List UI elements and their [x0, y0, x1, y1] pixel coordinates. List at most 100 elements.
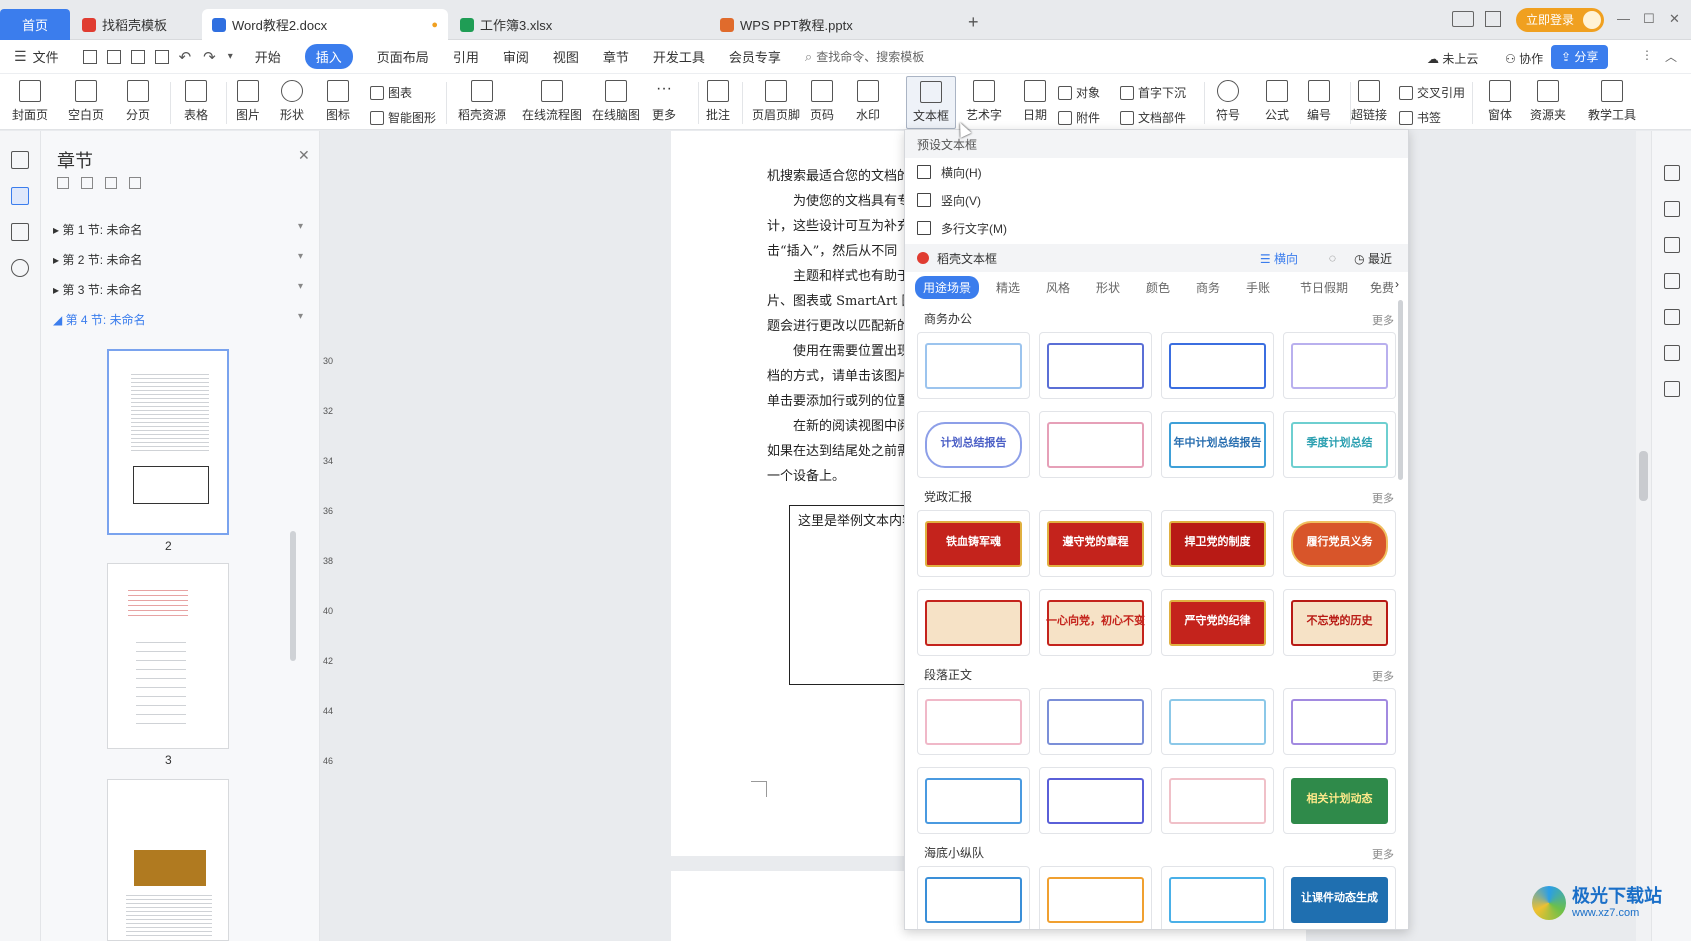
new-tab-button[interactable]: +: [968, 12, 979, 33]
filter-scene[interactable]: 用途场景: [915, 276, 980, 299]
template-card[interactable]: [917, 332, 1030, 399]
collapse-ribbon-icon[interactable]: ︿: [1665, 48, 1677, 65]
chevron-down-icon[interactable]: ▾: [228, 51, 233, 62]
pen-icon[interactable]: [1664, 201, 1680, 217]
export-pdf-icon[interactable]: [106, 49, 121, 64]
template-card[interactable]: 季度计划总结: [1283, 411, 1396, 478]
tab-excel[interactable]: 工作簿3.xlsx: [450, 9, 706, 40]
section-item-2[interactable]: ▸ 第 2 节: 未命名 ▾: [53, 251, 303, 268]
close-icon[interactable]: ✕: [1669, 11, 1680, 27]
object-button[interactable]: 对象: [1058, 84, 1100, 101]
docer-resource-button[interactable]: 稻壳资源: [458, 80, 506, 123]
menu-member[interactable]: 会员专享: [729, 47, 781, 66]
menu-view[interactable]: 视图: [553, 47, 579, 66]
table-button[interactable]: 表格: [184, 80, 208, 123]
section-item-4[interactable]: ◢ 第 4 节: 未命名 ▾: [53, 311, 303, 328]
redo-icon[interactable]: ↷: [203, 48, 216, 66]
print-preview-icon[interactable]: [154, 49, 169, 64]
template-card[interactable]: [917, 589, 1030, 656]
symbol-button[interactable]: 符号: [1216, 80, 1240, 123]
print-icon[interactable]: [130, 49, 145, 64]
attachment-button[interactable]: 附件: [1058, 109, 1100, 126]
menu-insert[interactable]: 插入: [304, 44, 353, 69]
login-button[interactable]: 立即登录: [1516, 8, 1605, 32]
section-nav-icon[interactable]: [11, 187, 29, 205]
recent-link[interactable]: ◷ 最近: [1354, 250, 1392, 267]
menu-review[interactable]: 审阅: [503, 47, 529, 66]
template-card[interactable]: [1039, 767, 1152, 834]
template-card[interactable]: 相关计划动态: [1283, 767, 1396, 834]
document-scrollbar[interactable]: [1636, 131, 1651, 941]
filter-free[interactable]: 免费: [1370, 279, 1394, 296]
blank-page-button[interactable]: 空白页: [68, 80, 104, 123]
grid-icon[interactable]: [1485, 11, 1501, 27]
chevron-right-icon[interactable]: ›: [1395, 277, 1399, 291]
template-card[interactable]: [1283, 332, 1396, 399]
filter-holiday[interactable]: 节日假期: [1300, 279, 1348, 296]
filter-color[interactable]: 颜色: [1146, 279, 1170, 296]
close-icon[interactable]: ✕: [298, 147, 310, 164]
undo-icon[interactable]: ↶: [179, 48, 192, 66]
template-card[interactable]: 捍卫党的制度: [1161, 510, 1274, 577]
section-item-1[interactable]: ▸ 第 1 节: 未命名 ▾: [53, 221, 303, 238]
cloud-status[interactable]: ☁ 未上云: [1427, 50, 1478, 67]
more-icon[interactable]: ⋮: [1641, 48, 1653, 62]
comment-icon[interactable]: ◌: [1329, 251, 1336, 265]
drop-cap-button[interactable]: 首字下沉: [1120, 84, 1186, 101]
textbox-multiline-option[interactable]: 多行文字(M): [905, 214, 1408, 242]
template-card[interactable]: [1161, 866, 1274, 929]
more-link[interactable]: 更多: [1372, 490, 1394, 506]
wordart-button[interactable]: 艺术字: [966, 80, 1002, 123]
numbering-button[interactable]: 编号: [1307, 80, 1331, 123]
outline-icon[interactable]: [11, 151, 29, 169]
menu-section[interactable]: 章节: [603, 47, 629, 66]
textbox-button[interactable]: 文本框: [906, 76, 957, 129]
remove-section-icon[interactable]: [129, 177, 141, 189]
page-break-button[interactable]: 分页: [126, 80, 150, 123]
search-icon[interactable]: [11, 259, 29, 277]
filter-style[interactable]: 风格: [1046, 279, 1070, 296]
page-thumbnail[interactable]: [107, 563, 229, 749]
collab-button[interactable]: ⚇ 协作: [1505, 50, 1543, 67]
more-link[interactable]: 更多: [1372, 668, 1394, 684]
tab-home[interactable]: 首页: [0, 9, 70, 40]
layout-icon[interactable]: [1452, 11, 1474, 27]
mindmap-button[interactable]: 在线脑图: [592, 80, 640, 123]
translate-icon[interactable]: [1664, 345, 1680, 361]
save-icon[interactable]: [82, 49, 97, 64]
more-link[interactable]: 更多: [1372, 846, 1394, 862]
more-link[interactable]: 更多: [1372, 312, 1394, 328]
page-thumbnail[interactable]: [107, 779, 229, 941]
template-card[interactable]: [1039, 688, 1152, 755]
pane-scrollbar[interactable]: [290, 531, 296, 661]
hamburger-icon[interactable]: ☰: [14, 48, 27, 65]
page-thumbnail[interactable]: [107, 349, 229, 535]
menu-layout[interactable]: 页面布局: [377, 47, 429, 66]
more-insert-button[interactable]: ··· 更多: [652, 80, 676, 123]
template-card[interactable]: 履行党员义务: [1283, 510, 1396, 577]
scroll-thumb[interactable]: [1639, 451, 1648, 501]
filter-business[interactable]: 商务: [1196, 279, 1220, 296]
watermark-button[interactable]: 水印: [856, 80, 880, 123]
section-item-3[interactable]: ▸ 第 3 节: 未命名 ▾: [53, 281, 303, 298]
collapse-all-icon[interactable]: [81, 177, 93, 189]
form-button[interactable]: 窗体: [1488, 80, 1512, 123]
textbox-horizontal-option[interactable]: 横向(H): [905, 158, 1408, 186]
resource-folder-button[interactable]: 资源夹: [1530, 80, 1566, 123]
chart-button[interactable]: 图表: [370, 84, 412, 101]
menu-developer[interactable]: 开发工具: [653, 47, 705, 66]
teaching-tools-button[interactable]: 教学工具: [1588, 80, 1636, 123]
hyperlink-button[interactable]: 超链接: [1351, 80, 1387, 123]
template-card[interactable]: [1283, 688, 1396, 755]
template-card[interactable]: [1039, 332, 1152, 399]
bookmark-button[interactable]: 书签: [1399, 109, 1441, 126]
tab-word-doc[interactable]: Word教程2.docx ●: [202, 9, 448, 40]
share-button[interactable]: ⇪ 分享: [1551, 45, 1609, 69]
image-tools-icon[interactable]: [1664, 309, 1680, 325]
template-card[interactable]: 让课件动态生成: [1283, 866, 1396, 929]
template-card[interactable]: 计划总结报告: [917, 411, 1030, 478]
flowchart-button[interactable]: 在线流程图: [522, 80, 582, 123]
rocket-icon[interactable]: [1664, 165, 1680, 181]
formula-button[interactable]: 公式: [1265, 80, 1289, 123]
select-icon[interactable]: [1664, 237, 1680, 253]
